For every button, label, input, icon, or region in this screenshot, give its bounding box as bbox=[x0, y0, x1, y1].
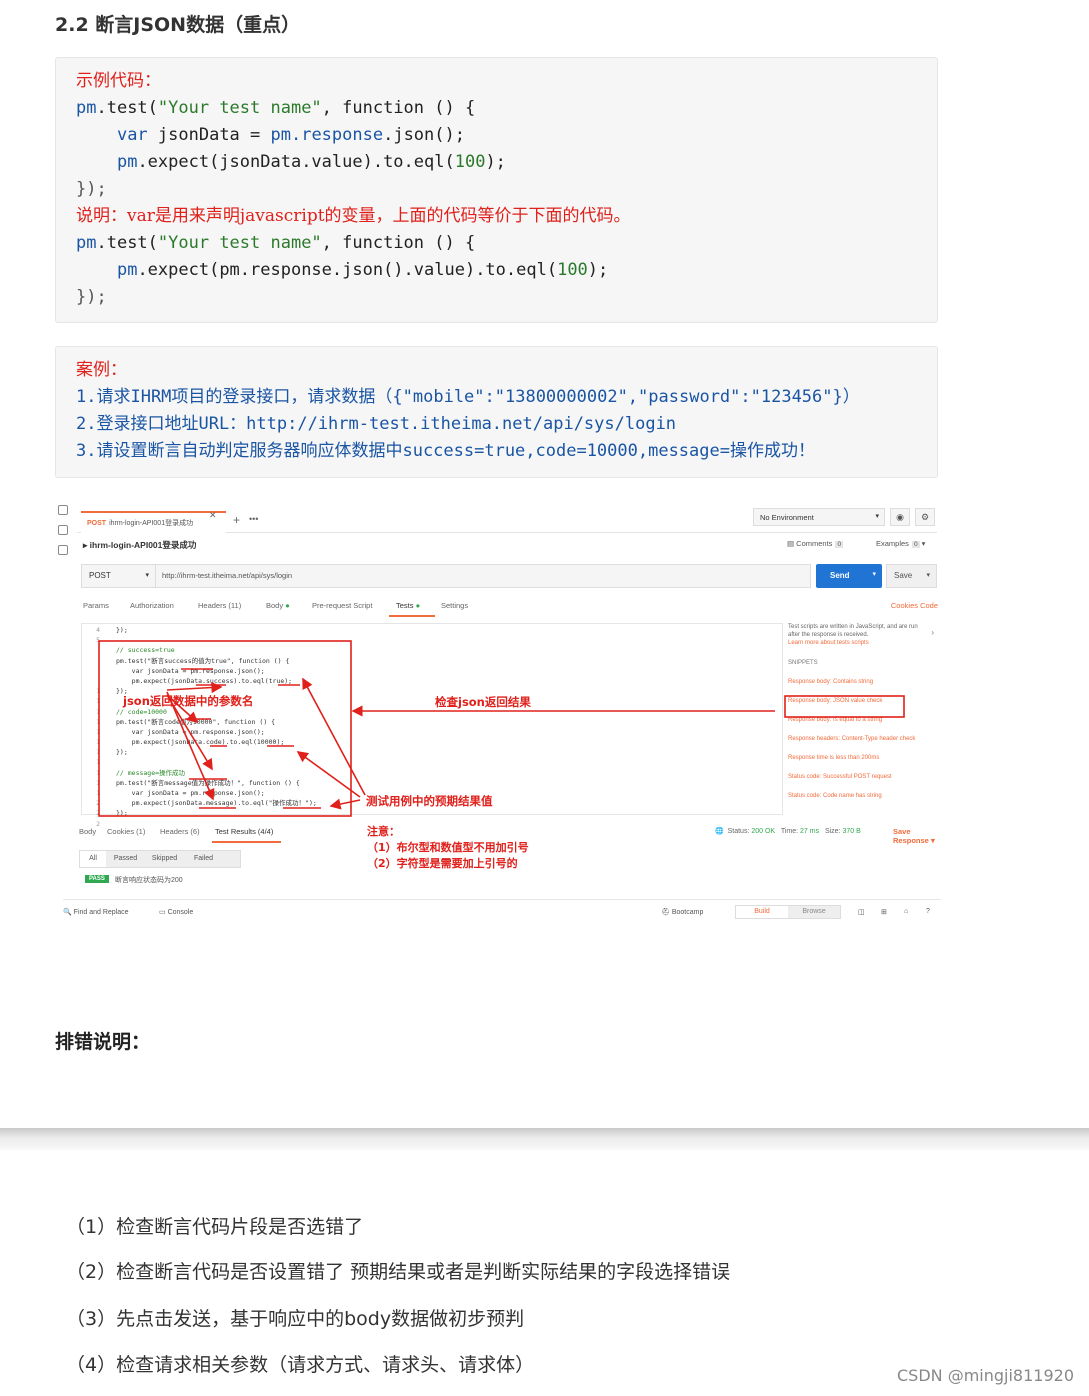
example-code-block: 示例代码： pm.test("Your test name", function… bbox=[55, 57, 938, 323]
troubleshoot-item: （2）检查断言代码是否设置错了 预期结果或者是判断实际结果的字段选择错误 bbox=[66, 1261, 731, 1283]
code-line: pm.expect(jsonData.value).to.eql(100); bbox=[116, 152, 506, 172]
code-highlight-box bbox=[98, 640, 352, 817]
case-item: 3.请设置断言自动判定服务器响应体数据中success=true,code=10… bbox=[76, 441, 815, 461]
annotation-expected-value: 测试用例中的预期结果值 bbox=[366, 794, 493, 808]
section-divider bbox=[0, 1128, 1089, 1150]
troubleshoot-item: （4）检查请求相关参数（请求方式、请求头、请求体） bbox=[66, 1354, 535, 1376]
case-item: 2.登录接口地址URL：http://ihrm-test.itheima.net… bbox=[76, 414, 677, 434]
postman-screenshot: POST ihrm-login-API001登录成功 ✕ + ••• No Env… bbox=[55, 497, 941, 925]
code-line: }); bbox=[76, 179, 107, 199]
case-block: 案例： 1.请求IHRM项目的登录接口，请求数据（{"mobile":"1380… bbox=[55, 346, 938, 478]
arrow-expected-3 bbox=[329, 798, 361, 810]
code-line: pm.expect(pm.response.json().value).to.e… bbox=[116, 260, 609, 280]
arrow-param-4 bbox=[166, 681, 223, 694]
code-line: pm.test("Your test name", function () { bbox=[76, 98, 476, 118]
annotation-note-2: （2）字符型是需要加上引号的 bbox=[367, 857, 518, 870]
code-line: }); bbox=[76, 287, 107, 307]
section-heading: 2.2 断言JSON数据（重点） bbox=[55, 14, 301, 36]
annotation-json-params: json返回数据中的参数名 bbox=[123, 694, 254, 708]
annotation-note-title: 注意： bbox=[367, 825, 400, 838]
watermark: CSDN @mingji811920 bbox=[897, 1366, 1074, 1385]
annotation-note-1: （1）布尔型和数值型不用加引号 bbox=[367, 841, 529, 854]
annotation-check-result: 检查json返回结果 bbox=[435, 695, 531, 709]
case-item: 1.请求IHRM项目的登录接口，请求数据（{"mobile":"13800000… bbox=[76, 387, 860, 407]
troubleshoot-item: （3）先点击发送，基于响应中的body数据做初步预判 bbox=[66, 1308, 525, 1330]
example-label: 示例代码： bbox=[76, 71, 161, 91]
troubleshoot-item: （1）检查断言代码片段是否选错了 bbox=[66, 1216, 364, 1238]
code-line: var jsonData = pm.response.json(); bbox=[116, 125, 465, 145]
example-note: 说明：var是用来声明javascript的变量，上面的代码等价于下面的代码。 bbox=[76, 206, 631, 226]
snippet-highlight-box bbox=[784, 695, 905, 718]
case-label: 案例： bbox=[76, 360, 127, 380]
troubleshoot-heading: 排错说明： bbox=[55, 1031, 151, 1053]
code-line: pm.test("Your test name", function () { bbox=[76, 233, 476, 253]
